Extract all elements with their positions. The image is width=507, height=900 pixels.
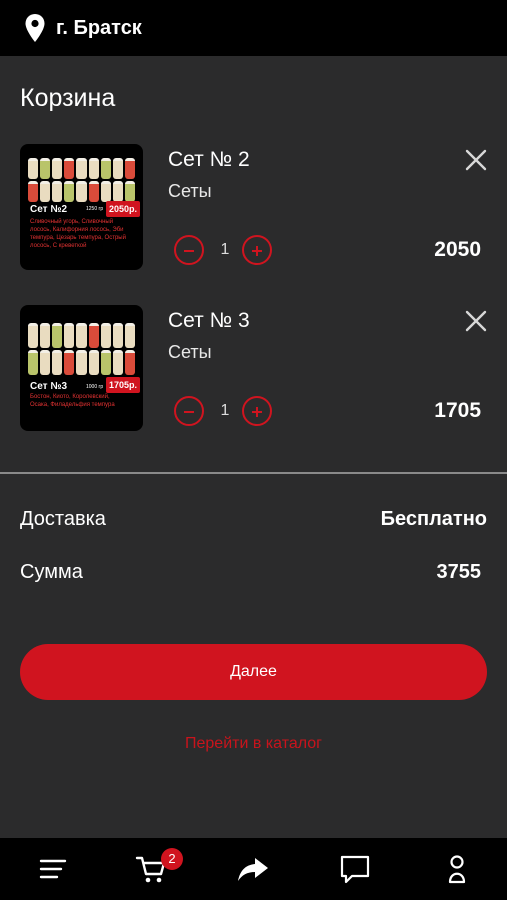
sum-label: Сумма [20,561,83,583]
thumb-price-tag: 2050р. [106,201,141,217]
increase-button[interactable] [242,396,272,426]
rolls-picture [28,323,135,375]
increase-button[interactable] [242,235,272,265]
quantity-stepper: 1 [174,396,278,430]
thumb-set-name: Сет №3 [30,381,68,392]
product-image[interactable]: Сет №2 1250 гр 2050р. Сливочный угорь, С… [20,144,143,270]
quantity-stepper: 1 [174,235,278,269]
close-icon[interactable] [462,146,490,174]
cart-item: Сет №2 1250 гр 2050р. Сливочный угорь, С… [0,144,507,274]
go-to-catalog-link[interactable]: Перейти в каталог [0,735,507,753]
item-name: Сет № 2 [168,148,250,171]
thumb-price-tag: 1705р. [106,377,141,393]
thumb-weight: 1000 гр [86,384,104,390]
sum-value: 3755 [436,561,482,583]
thumb-description: Бостон, Киото, Королевский, Осака, Филад… [30,394,115,408]
item-price: 1705 [434,399,481,422]
chat-icon[interactable] [338,852,372,886]
bottom-nav: 2 [0,838,507,900]
item-name: Сет № 3 [168,309,250,332]
close-icon[interactable] [462,307,490,335]
decrease-button[interactable] [174,235,204,265]
item-category: Сеты [168,342,212,362]
delivery-row: Доставка Бесплатно [0,508,507,538]
cart-item: Сет №3 1000 гр 1705р. Бостон, Киото, Кор… [0,305,507,435]
location-pin-icon[interactable] [24,13,46,43]
delivery-label: Доставка [20,508,106,530]
city-selector[interactable]: г. Братск [56,17,142,40]
divider [0,472,507,474]
share-icon[interactable] [236,852,270,886]
product-image[interactable]: Сет №3 1000 гр 1705р. Бостон, Киото, Кор… [20,305,143,431]
page-title: Корзина [20,84,116,112]
item-category: Сеты [168,181,212,201]
cart-count-badge: 2 [161,848,183,870]
profile-icon[interactable] [440,852,474,886]
quantity-value: 1 [220,402,230,419]
thumb-weight: 1250 гр [86,206,104,212]
top-bar: г. Братск [0,0,507,56]
decrease-button[interactable] [174,396,204,426]
rolls-picture [28,158,135,202]
thumb-set-name: Сет №2 [30,204,68,215]
next-button[interactable]: Далее [20,644,487,700]
sum-row: Сумма 3755 [0,561,507,591]
menu-icon[interactable] [36,852,70,886]
quantity-value: 1 [220,241,230,258]
item-price: 2050 [434,238,481,261]
thumb-description: Сливочный угорь, Сливочный лосось, Калиф… [30,219,126,249]
delivery-value: Бесплатно [380,508,487,530]
